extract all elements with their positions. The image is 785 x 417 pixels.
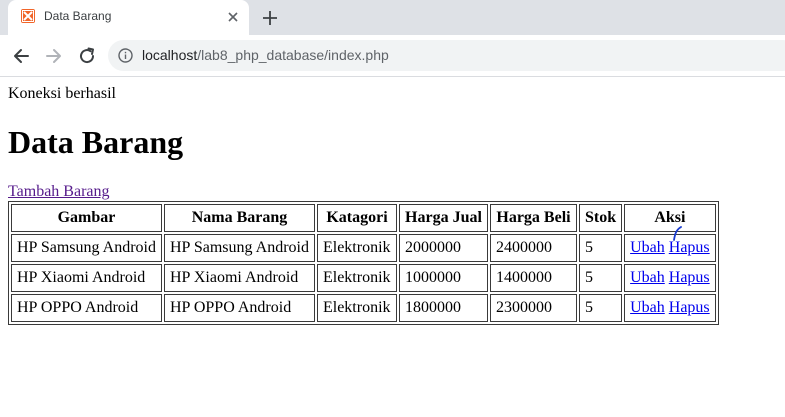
cell-kategori: Elektronik [316, 234, 397, 262]
cell-gambar: HP Xiaomi Android [11, 264, 162, 292]
tab-title: Data Barang [44, 9, 112, 23]
cell-harga-jual: 1000000 [398, 264, 488, 292]
cell-stok: 5 [578, 264, 623, 292]
header-harga-jual: Harga Jual [398, 204, 488, 232]
add-item-link[interactable]: Tambah Barang [8, 183, 110, 201]
cell-nama: HP Samsung Android [163, 234, 315, 262]
xampp-favicon-icon [21, 9, 35, 23]
cell-gambar: HP OPPO Android [11, 294, 162, 322]
cell-nama: HP OPPO Android [163, 294, 315, 322]
items-table: Gambar Nama Barang Katagori Harga Jual H… [8, 201, 719, 325]
header-gambar: Gambar [11, 204, 162, 232]
delete-link[interactable]: Hapus [669, 269, 710, 286]
browser-toolbar: localhost/lab8_php_database/index.php [0, 35, 785, 77]
table-header-row: Gambar Nama Barang Katagori Harga Jual H… [11, 204, 716, 232]
cell-aksi: Ubah Hapus [624, 264, 716, 292]
cell-harga-jual: 2000000 [398, 234, 488, 262]
edit-link[interactable]: Ubah [630, 269, 665, 286]
delete-link[interactable]: Hapus [669, 239, 710, 256]
edit-link[interactable]: Ubah [630, 299, 665, 316]
cell-harga-jual: 1800000 [398, 294, 488, 322]
page-content: Koneksi berhasil Data Barang Tambah Bara… [0, 77, 785, 417]
cell-harga-beli: 2300000 [489, 294, 577, 322]
cell-kategori: Elektronik [316, 264, 397, 292]
delete-link[interactable]: Hapus [669, 299, 710, 316]
url-text: localhost/lab8_php_database/index.php [142, 47, 389, 63]
edit-link[interactable]: Ubah [630, 239, 665, 256]
table-row: HP OPPO Android HP OPPO Android Elektron… [11, 294, 716, 322]
header-nama-barang: Nama Barang [163, 204, 315, 232]
cell-aksi: Ubah Hapus [624, 234, 716, 262]
header-harga-beli: Harga Beli [489, 204, 577, 232]
close-icon[interactable] [224, 8, 242, 26]
reload-icon[interactable] [76, 45, 98, 67]
page-title: Data Barang [8, 124, 184, 160]
table-row: HP Samsung Android HP Samsung Android El… [11, 234, 716, 262]
cell-nama: HP Xiaomi Android [163, 264, 315, 292]
cell-stok: 5 [578, 294, 623, 322]
header-aksi: Aksi [624, 204, 716, 232]
cell-aksi: Ubah Hapus [624, 294, 716, 322]
pen-annotation-mark [672, 225, 682, 241]
arrow-right-icon[interactable] [43, 45, 65, 67]
cell-gambar: HP Samsung Android [11, 234, 162, 262]
cell-harga-beli: 1400000 [489, 264, 577, 292]
connection-status: Koneksi berhasil [8, 85, 116, 102]
arrow-left-icon[interactable] [10, 45, 32, 67]
cell-harga-beli: 2400000 [489, 234, 577, 262]
header-stok: Stok [578, 204, 623, 232]
browser-tab[interactable]: Data Barang [8, 0, 249, 35]
address-bar[interactable]: localhost/lab8_php_database/index.php [108, 40, 785, 71]
table-row: HP Xiaomi Android HP Xiaomi Android Elek… [11, 264, 716, 292]
info-icon[interactable] [118, 48, 133, 63]
url-path: /lab8_php_database/index.php [197, 47, 389, 63]
cell-stok: 5 [578, 234, 623, 262]
tab-strip: Data Barang [0, 0, 785, 35]
cell-kategori: Elektronik [316, 294, 397, 322]
header-katagori: Katagori [316, 204, 397, 232]
url-host: localhost [142, 47, 198, 63]
plus-icon[interactable] [260, 8, 280, 28]
